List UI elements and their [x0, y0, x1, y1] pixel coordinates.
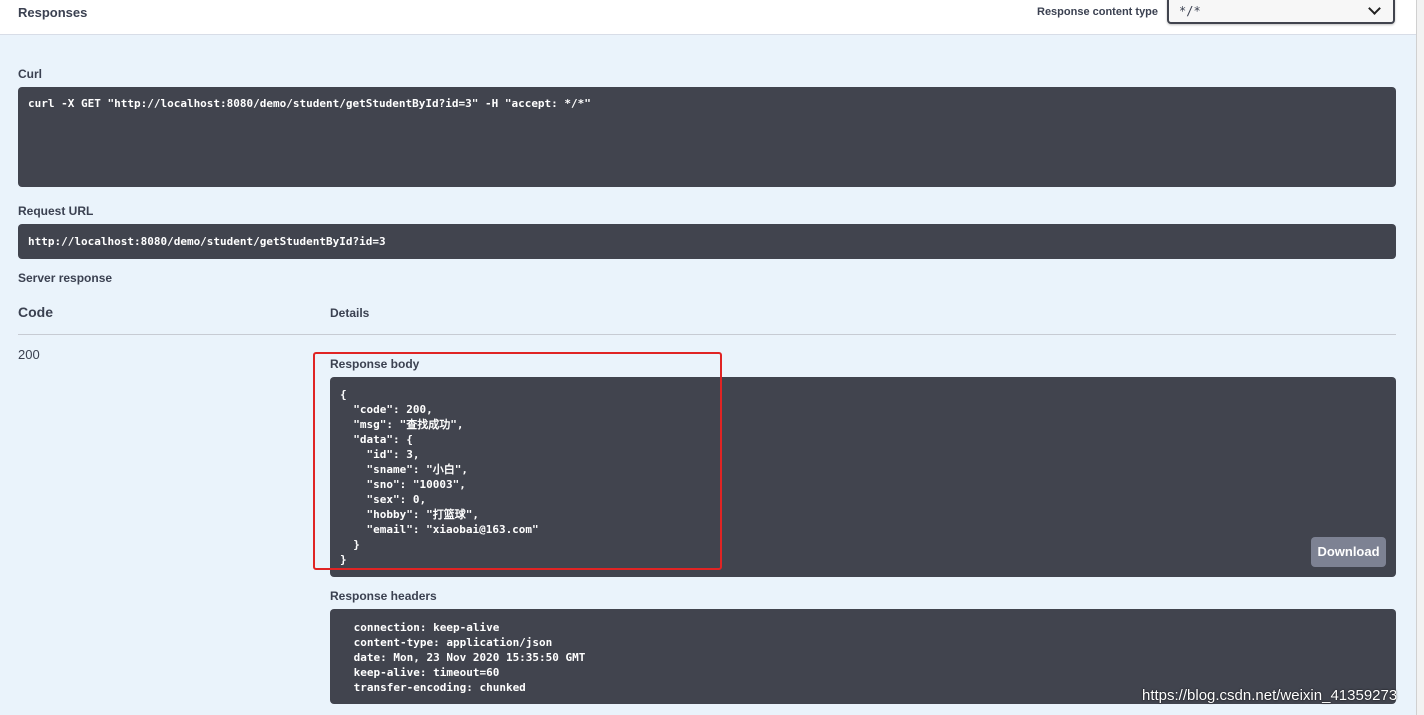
code-column-header: Code — [18, 304, 53, 320]
response-content-type-select[interactable]: */* — [1167, 0, 1395, 24]
curl-command-text: curl -X GET "http://localhost:8080/demo/… — [28, 97, 591, 110]
response-content-type-value: */* — [1179, 4, 1201, 18]
response-status-code: 200 — [18, 347, 40, 362]
response-content-type-label: Response content type — [1037, 6, 1159, 18]
server-response-label: Server response — [18, 271, 113, 285]
watermark-text: https://blog.csdn.net/weixin_41359273 — [1142, 687, 1398, 704]
details-column-header: Details — [330, 306, 370, 320]
chevron-down-icon — [1368, 2, 1381, 15]
download-button[interactable]: Download — [1311, 537, 1386, 567]
response-headers-text: connection: keep-alive content-type: app… — [353, 621, 586, 694]
response-body-label: Response body — [330, 357, 420, 371]
table-divider — [18, 334, 1396, 335]
page-scrollbar[interactable] — [1416, 0, 1424, 715]
curl-command-block[interactable]: curl -X GET "http://localhost:8080/demo/… — [18, 87, 1396, 187]
request-url-block[interactable]: http://localhost:8080/demo/student/getSt… — [18, 224, 1396, 259]
request-url-label: Request URL — [18, 204, 94, 218]
curl-label: Curl — [18, 67, 42, 81]
response-body-block[interactable]: { "code": 200, "msg": "查找成功", "data": { … — [330, 377, 1396, 577]
responses-header: Responses Response content type */* — [0, 0, 1416, 35]
responses-title: Responses — [18, 5, 88, 20]
request-url-text: http://localhost:8080/demo/student/getSt… — [28, 235, 386, 248]
response-body-json: { "code": 200, "msg": "查找成功", "data": { … — [340, 388, 539, 566]
response-headers-label: Response headers — [330, 589, 437, 603]
